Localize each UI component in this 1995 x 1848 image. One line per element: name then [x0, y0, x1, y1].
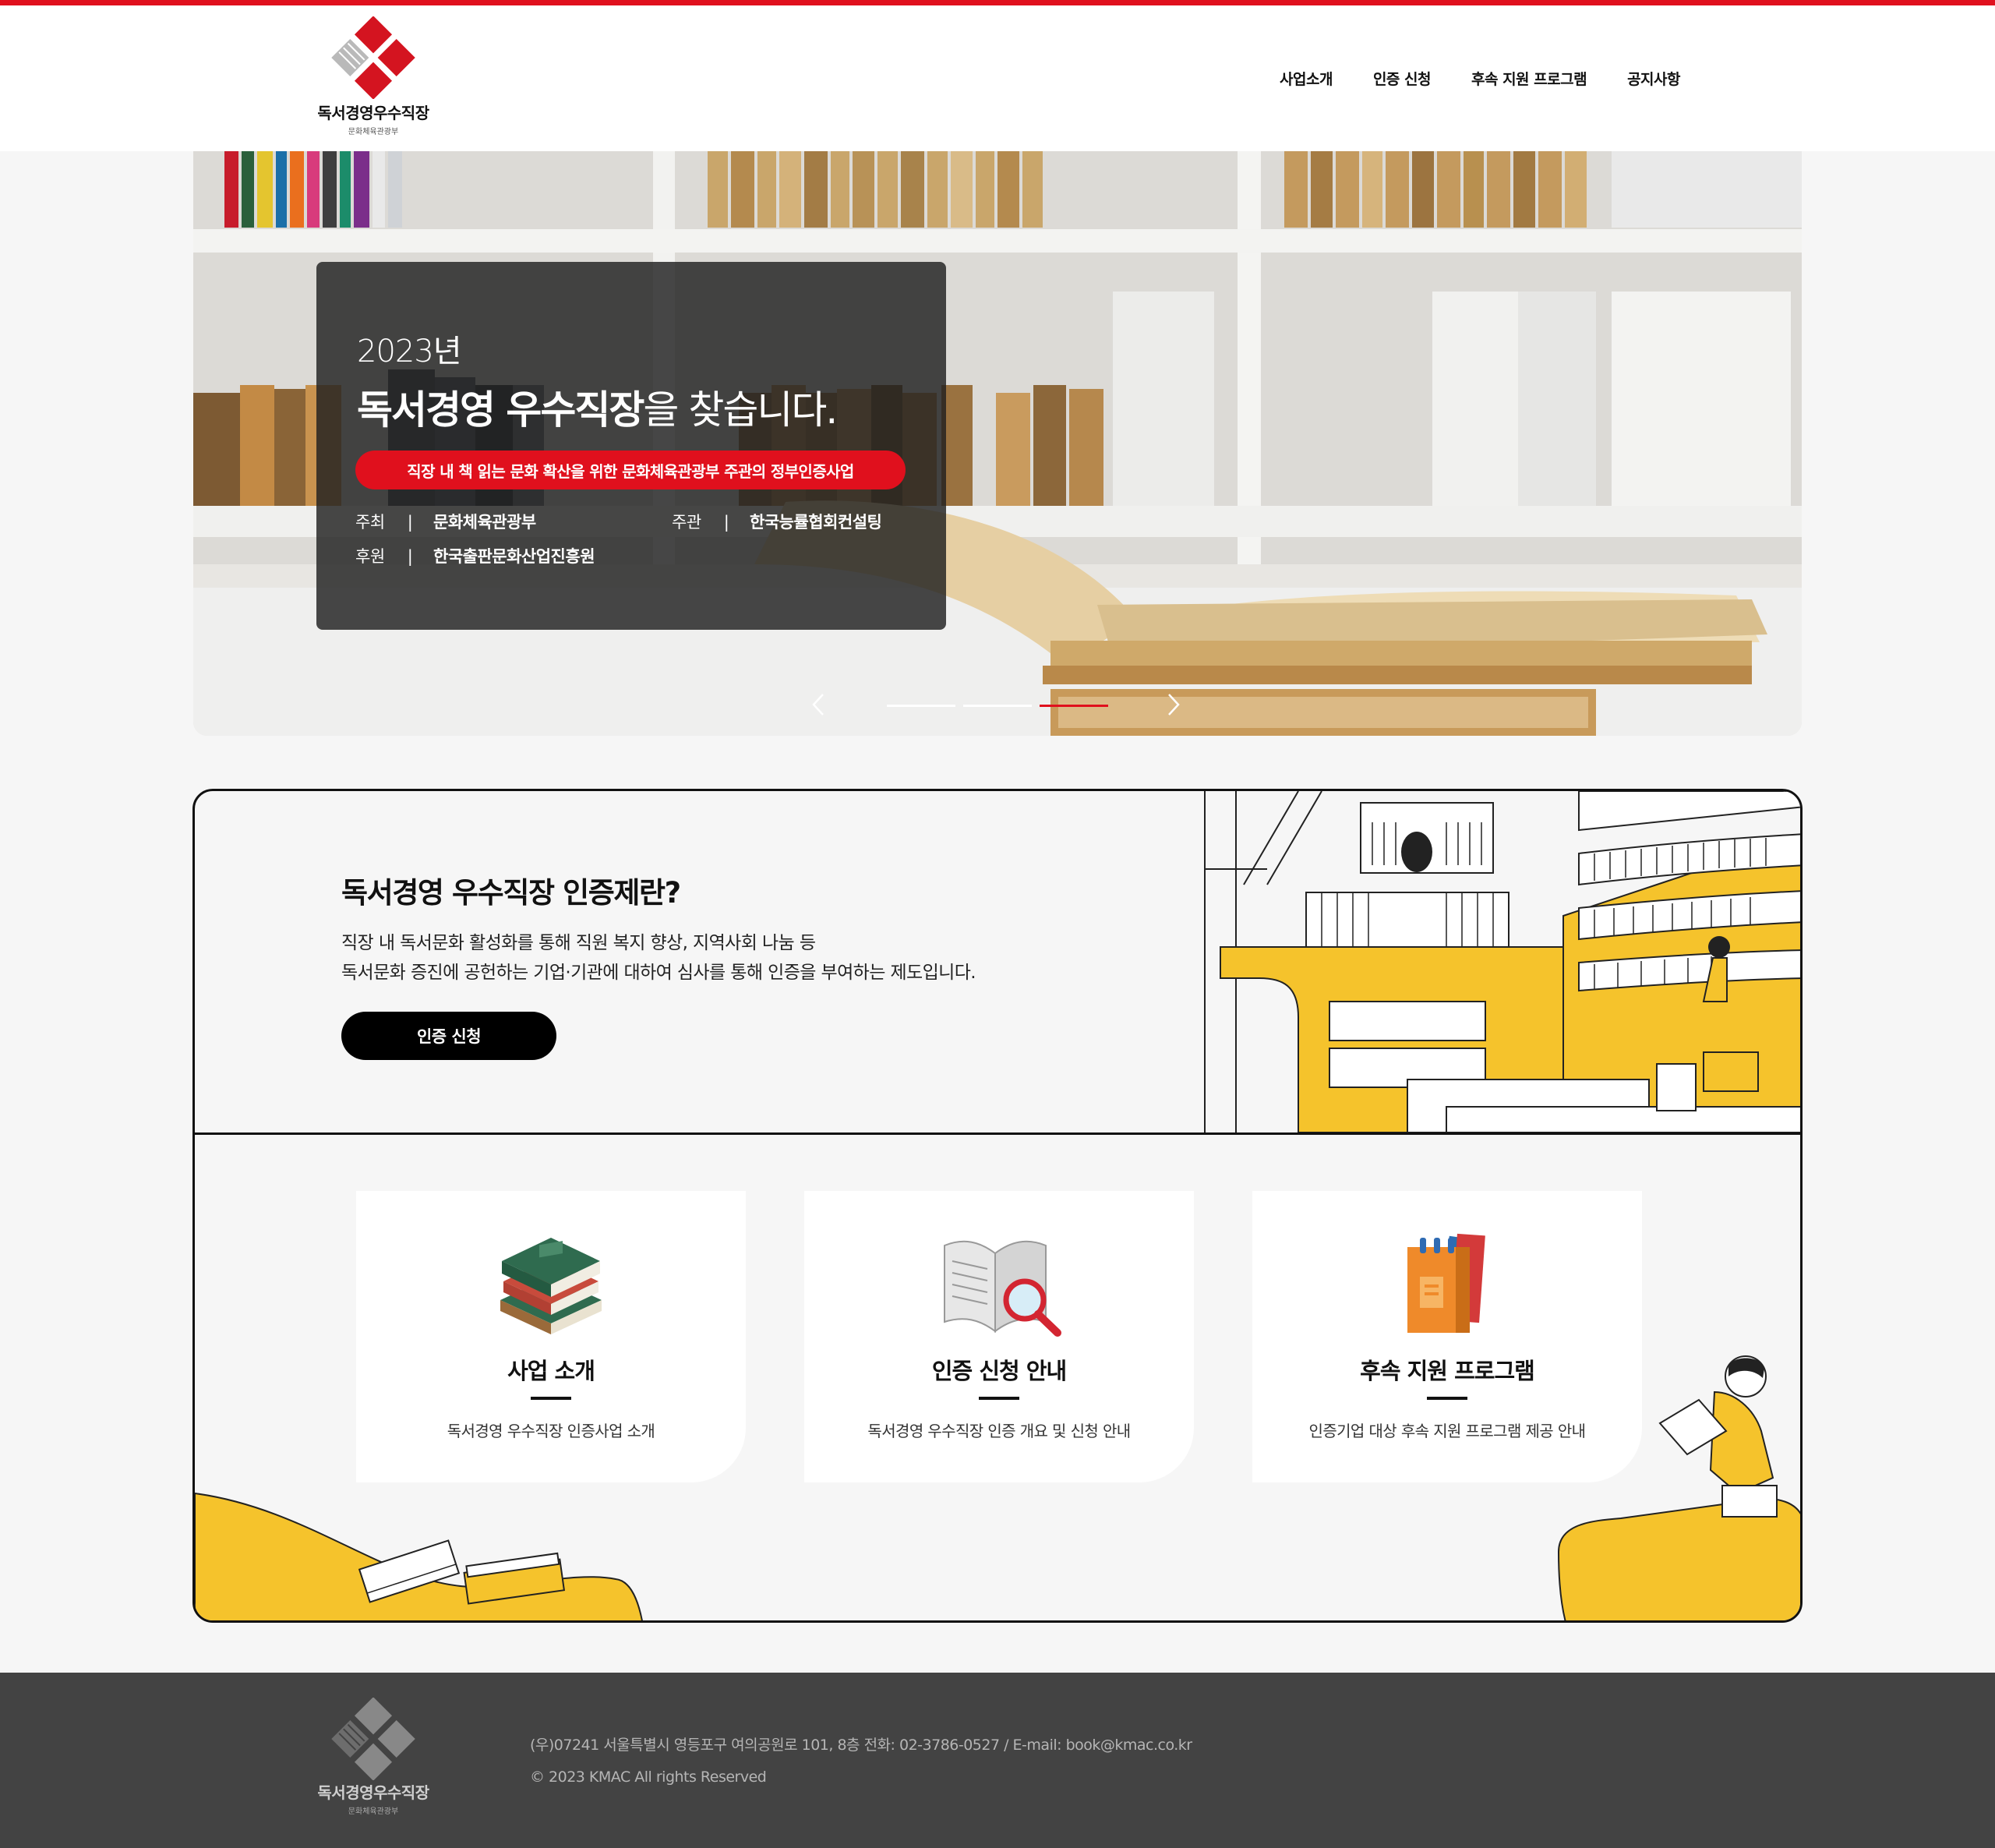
logo-subtitle: 문화체육관광부 — [348, 128, 399, 136]
apply-button[interactable]: 인증 신청 — [341, 1012, 556, 1060]
hero-year: 2023년 — [357, 334, 462, 369]
logo-title: 독서경영우수직장 — [317, 104, 429, 122]
site-logo[interactable]: 독서경영우수직장 문화체육관광부 — [310, 16, 436, 141]
hero-title-bold: 독서경영 우수직장 — [357, 387, 644, 433]
nav-item-apply[interactable]: 인증 신청 — [1373, 68, 1432, 89]
card-title: 사업 소개 — [507, 1358, 595, 1384]
slider-indicator-2[interactable] — [963, 705, 1032, 707]
nav-item-about[interactable]: 사업소개 — [1280, 68, 1333, 89]
info-key: 후원 — [355, 547, 385, 566]
hero-info-sponsor: 후원 | 한국출판문화산업진흥원 — [355, 544, 595, 567]
nav-item-support-program[interactable]: 후속 지원 프로그램 — [1471, 68, 1587, 89]
info-value: 한국능률협회컨설팅 — [750, 513, 882, 532]
footer-address: (우)07241 서울특별시 영등포구 여의공원로 101, 8층 전화: 02… — [530, 1737, 1192, 1754]
info-key: 주관 — [672, 513, 701, 532]
hero-banner: 2023년 독서경영 우수직장을 찾습니다. 직장 내 책 읽는 문화 확산을 … — [193, 151, 1802, 736]
hero-overlay-box: 2023년 독서경영 우수직장을 찾습니다. 직장 내 책 읽는 문화 확산을 … — [316, 262, 946, 630]
library-illustration — [1204, 791, 1800, 1132]
magnifier-book-icon — [944, 1240, 1061, 1337]
footer-logo-mark-icon — [331, 1698, 415, 1780]
card-description: 인증기업 대상 후속 지원 프로그램 제공 안내 — [1308, 1422, 1587, 1440]
info-sep: | — [407, 547, 413, 566]
logo-mark-icon — [331, 16, 415, 99]
footer-logo-subtitle: 문화체육관광부 — [348, 1807, 399, 1816]
chevron-right-icon[interactable] — [1163, 692, 1183, 717]
site-footer: 독서경영우수직장 문화체육관광부 (우)07241 서울특별시 영등포구 여의공… — [0, 1673, 1995, 1848]
slider-indicator-3[interactable] — [1040, 705, 1108, 707]
info-sep: | — [407, 513, 413, 532]
main-nav: 사업소개 인증 신청 후속 지원 프로그램 공지사항 — [1280, 68, 1680, 89]
hero-tagline-pill: 직장 내 책 읽는 문화 확산을 위한 문화체육관광부 주관의 정부인증사업 — [355, 451, 906, 489]
hero-info-organizer: 주관 | 한국능률협회컨설팅 — [672, 510, 882, 533]
card-underline — [979, 1397, 1019, 1400]
card-underline — [531, 1397, 571, 1400]
intro-title-text: 독서경영 우수직장 인증제란? — [341, 876, 681, 910]
footer-copyright: © 2023 KMAC All rights Reserved — [530, 1768, 767, 1786]
slider-indicator-1[interactable] — [887, 705, 955, 707]
footer-logo[interactable]: 독서경영우수직장 문화체육관광부 — [310, 1698, 436, 1816]
card-title: 인증 신청 안내 — [931, 1358, 1067, 1384]
hero-title-rest: 을 찾습니다. — [643, 387, 838, 433]
nav-item-notice[interactable]: 공지사항 — [1627, 68, 1680, 89]
card-description: 독서경영 우수직장 인증사업 소개 — [447, 1422, 655, 1440]
books-stack-icon — [500, 1238, 602, 1334]
slider-controls — [809, 691, 1183, 722]
card-about[interactable]: 사업 소개 독서경영 우수직장 인증사업 소개 — [356, 1191, 746, 1482]
card-underline — [1427, 1397, 1467, 1400]
binders-icon — [1407, 1233, 1485, 1333]
card-title: 후속 지원 프로그램 — [1360, 1358, 1535, 1384]
info-value: 문화체육관광부 — [433, 513, 536, 532]
chevron-left-icon[interactable] — [809, 692, 829, 717]
intro-desc-line-2: 독서문화 증진에 공헌하는 기업·기관에 대하여 심사를 통해 인증을 부여하는… — [341, 963, 976, 983]
hero-info-host: 주최 | 문화체육관광부 — [355, 510, 536, 533]
site-header: 독서경영우수직장 문화체육관광부 사업소개 인증 신청 후속 지원 프로그램 공… — [0, 5, 1995, 151]
feature-cards: 사업 소개 독서경영 우수직장 인증사업 소개 인증 신청 안내 독서경영 우수… — [195, 1135, 1800, 1620]
info-value: 한국출판문화산업진흥원 — [433, 547, 595, 566]
intro-description: 직장 내 독서문화 활성화를 통해 직원 복지 향상, 지역사회 나눔 등 독서… — [341, 928, 976, 988]
intro-title: 독서경영 우수직장 인증제란? — [338, 869, 683, 911]
info-key: 주최 — [355, 513, 385, 532]
card-apply-guide[interactable]: 인증 신청 안내 독서경영 우수직장 인증 개요 및 신청 안내 — [804, 1191, 1194, 1482]
hero-title: 독서경영 우수직장을 찾습니다. — [357, 379, 838, 435]
info-sep: | — [723, 513, 729, 532]
card-description: 독서경영 우수직장 인증 개요 및 신청 안내 — [867, 1422, 1131, 1440]
card-support-program[interactable]: 후속 지원 프로그램 인증기업 대상 후속 지원 프로그램 제공 안내 — [1252, 1191, 1642, 1482]
intro-section: 독서경영 우수직장 인증제란? 직장 내 독서문화 활성화를 통해 직원 복지 … — [192, 789, 1803, 1623]
intro-desc-line-1: 직장 내 독서문화 활성화를 통해 직원 복지 향상, 지역사회 나눔 등 — [341, 933, 816, 953]
top-accent-bar — [0, 0, 1995, 5]
footer-logo-title: 독서경영우수직장 — [317, 1783, 429, 1802]
